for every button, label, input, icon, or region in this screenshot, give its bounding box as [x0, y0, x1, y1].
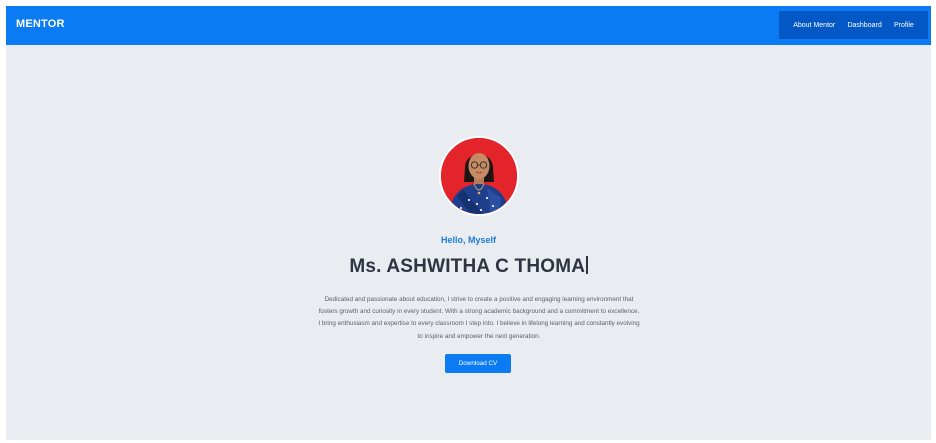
bio-line: I bring enthusiasm and expertise to ever… [318, 320, 640, 328]
bio-paragraph: Dedicated and passionate about education… [293, 294, 665, 343]
avatar-portrait-icon [441, 138, 517, 214]
page-title: Ms. ASHWITHA C THOMA [6, 256, 931, 278]
nav-link-dashboard[interactable]: Dashboard [847, 22, 881, 29]
brand-logo[interactable]: MENTOR [16, 18, 65, 30]
typing-cursor [586, 256, 588, 274]
avatar [439, 136, 519, 216]
nav-link-about-mentor[interactable]: About Mentor [793, 22, 835, 29]
bio-line: fosters growth and curiosity in every st… [318, 308, 640, 316]
navbar: MENTOR About Mentor Dashboard Profile [6, 6, 931, 45]
page: MENTOR About Mentor Dashboard Profile He… [6, 6, 931, 440]
nav-link-profile[interactable]: Profile [894, 22, 914, 29]
greeting-text: Hello, Myself [440, 235, 496, 245]
bio-line: Dedicated and passionate about education… [324, 296, 634, 303]
download-cv-button[interactable]: Download CV [445, 354, 511, 373]
mentor-name: Ms. ASHWITHA C THOMA [349, 256, 586, 277]
nav-links: About Mentor Dashboard Profile [779, 11, 928, 39]
bio-line: to inspire and empower the next generati… [417, 332, 541, 340]
